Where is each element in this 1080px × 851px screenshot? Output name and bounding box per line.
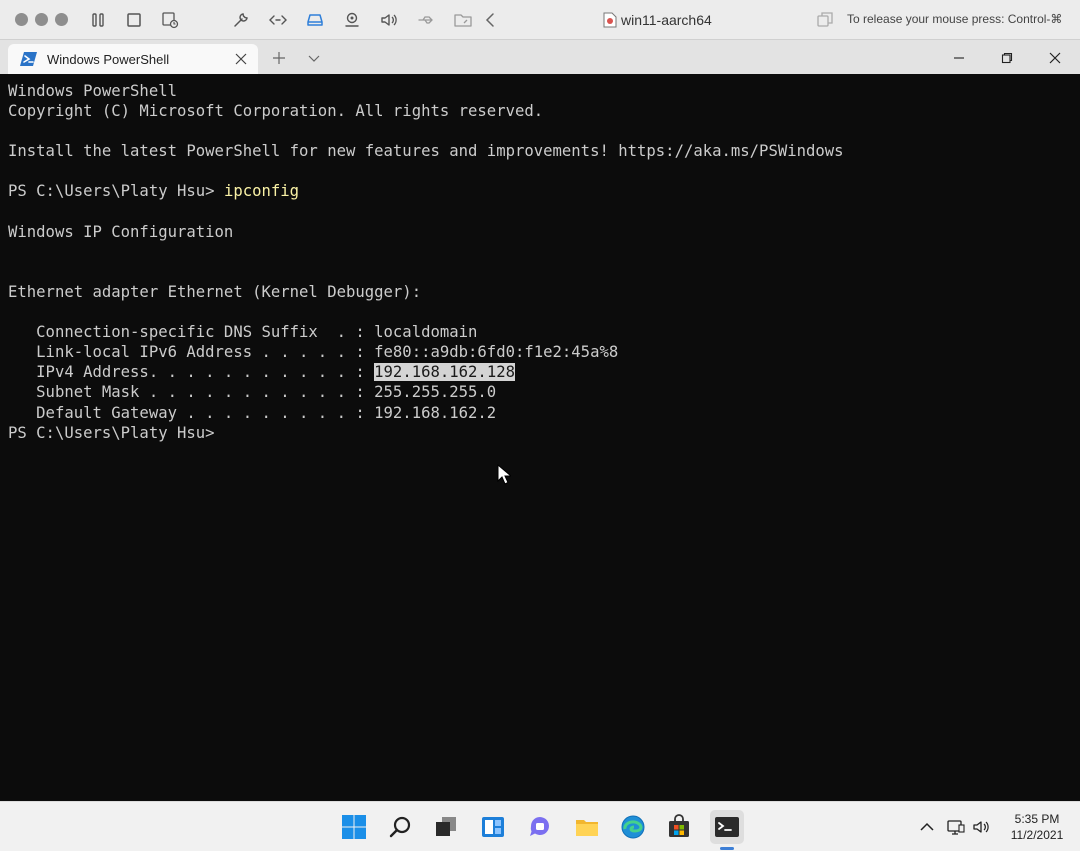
active-app-indicator [720, 847, 734, 850]
terminal-line: Default Gateway . . . . . . . . . : 192.… [8, 403, 497, 422]
widgets-icon [482, 817, 504, 837]
new-tab-plus-icon[interactable] [271, 50, 287, 66]
network-icon[interactable] [947, 818, 965, 836]
terminal-line: Link-local IPv6 Address . . . . . : fe80… [8, 343, 619, 362]
system-clock[interactable]: 5:35 PM 11/2/2021 [1004, 811, 1070, 843]
folder-icon [576, 820, 598, 836]
wrench-icon[interactable] [231, 10, 251, 30]
chevron-down-icon[interactable] [306, 50, 322, 66]
terminal-line: Subnet Mask . . . . . . . . . . . : 255.… [8, 383, 497, 402]
zoom-window-button[interactable] [55, 13, 68, 26]
edge-icon [621, 815, 645, 839]
terminal-icon [715, 817, 739, 837]
command-text: ipconfig [223, 182, 300, 201]
stop-icon[interactable] [124, 10, 144, 30]
terminal-line: Copyright (C) Microsoft Corporation. All… [8, 102, 544, 121]
minimize-icon [954, 57, 964, 59]
vm-title: win11-aarch64 [621, 12, 712, 28]
terminal-taskbar-button[interactable] [710, 810, 744, 844]
close-icon [1049, 52, 1061, 64]
tab-title: Windows PowerShell [47, 52, 170, 67]
taskbar: 5:35 PM 11/2/2021 [0, 801, 1080, 851]
restore-icon [1001, 52, 1013, 64]
vm-title-area: win11-aarch64 [603, 10, 712, 30]
clock-time: 5:35 PM [1014, 812, 1060, 826]
file-explorer-button[interactable] [570, 810, 604, 844]
restart-icon[interactable] [160, 10, 180, 30]
close-icon[interactable] [234, 52, 248, 66]
chat-button[interactable] [523, 810, 557, 844]
pause-icon[interactable] [88, 10, 108, 30]
start-button[interactable] [337, 810, 371, 844]
store-icon [669, 814, 689, 837]
microsoft-store-button[interactable] [662, 810, 696, 844]
close-window-button[interactable] [15, 13, 28, 26]
volume-icon[interactable] [972, 818, 990, 836]
powershell-icon [20, 52, 37, 66]
chevron-up-icon[interactable] [918, 818, 936, 836]
document-icon [603, 12, 617, 28]
chevron-left-icon[interactable] [481, 10, 501, 30]
hard-drive-icon[interactable] [305, 10, 325, 30]
screen: win11-aarch64 To release your mouse pres… [0, 0, 1080, 851]
window-copy-icon[interactable] [815, 10, 835, 30]
terminal-prompt-line: PS C:\Users\Platy Hsu> [8, 423, 215, 442]
clock-date: 11/2/2021 [1010, 828, 1064, 842]
task-view-button[interactable] [429, 810, 463, 844]
tab-windows-powershell[interactable]: Windows PowerShell [8, 44, 258, 74]
close-button[interactable] [1032, 46, 1078, 70]
terminal-lines: Windows PowerShell Copyright (C) Microso… [8, 81, 844, 443]
speaker-icon[interactable] [379, 10, 399, 30]
search-icon [389, 816, 411, 838]
terminal-line: Windows IP Configuration [8, 222, 234, 241]
camera-icon[interactable] [342, 10, 362, 30]
minimize-window-button[interactable] [35, 13, 48, 26]
terminal-line: Ethernet adapter Ethernet (Kernel Debugg… [8, 282, 422, 301]
task-view-icon [436, 817, 456, 836]
prompt-text: PS C:\Users\Platy Hsu> [8, 182, 224, 201]
terminal-line: Windows PowerShell [8, 82, 177, 100]
selected-ipv4-address[interactable]: 192.168.162.128 [374, 363, 515, 382]
vm-toolbar: win11-aarch64 To release your mouse pres… [0, 0, 1080, 40]
minimize-button[interactable] [936, 46, 982, 70]
code-arrows-icon[interactable] [268, 10, 288, 30]
usb-icon[interactable] [416, 10, 436, 30]
terminal-line-blank [8, 242, 844, 262]
terminal-prompt-line: PS C:\Users\Platy Hsu> ipconfig [8, 181, 844, 201]
mouse-pointer-icon [497, 464, 511, 485]
terminal-line: Connection-specific DNS Suffix . : local… [8, 323, 478, 342]
terminal-line-blank [8, 262, 844, 282]
terminal-tab-strip: Windows PowerShell [0, 40, 1080, 74]
terminal-line-blank [8, 161, 844, 181]
shared-folder-icon[interactable] [453, 10, 473, 30]
ipv4-label: IPv4 Address. . . . . . . . . . . : [8, 363, 375, 382]
terminal-line-blank [8, 202, 844, 222]
windows-logo-icon [342, 815, 366, 839]
terminal-line: IPv4 Address. . . . . . . . . . . : 192.… [8, 362, 844, 382]
terminal-output[interactable]: Windows PowerShell Copyright (C) Microso… [0, 74, 1080, 801]
terminal-line-blank [8, 121, 844, 141]
terminal-line-blank [8, 302, 844, 322]
search-button[interactable] [384, 810, 418, 844]
chat-icon [530, 817, 549, 836]
terminal-line: Install the latest PowerShell for new fe… [8, 142, 844, 161]
edge-browser-button[interactable] [616, 810, 650, 844]
restore-button[interactable] [984, 46, 1030, 70]
widgets-button[interactable] [476, 810, 510, 844]
mouse-release-hint: To release your mouse press: Control-⌘ [847, 12, 1063, 26]
